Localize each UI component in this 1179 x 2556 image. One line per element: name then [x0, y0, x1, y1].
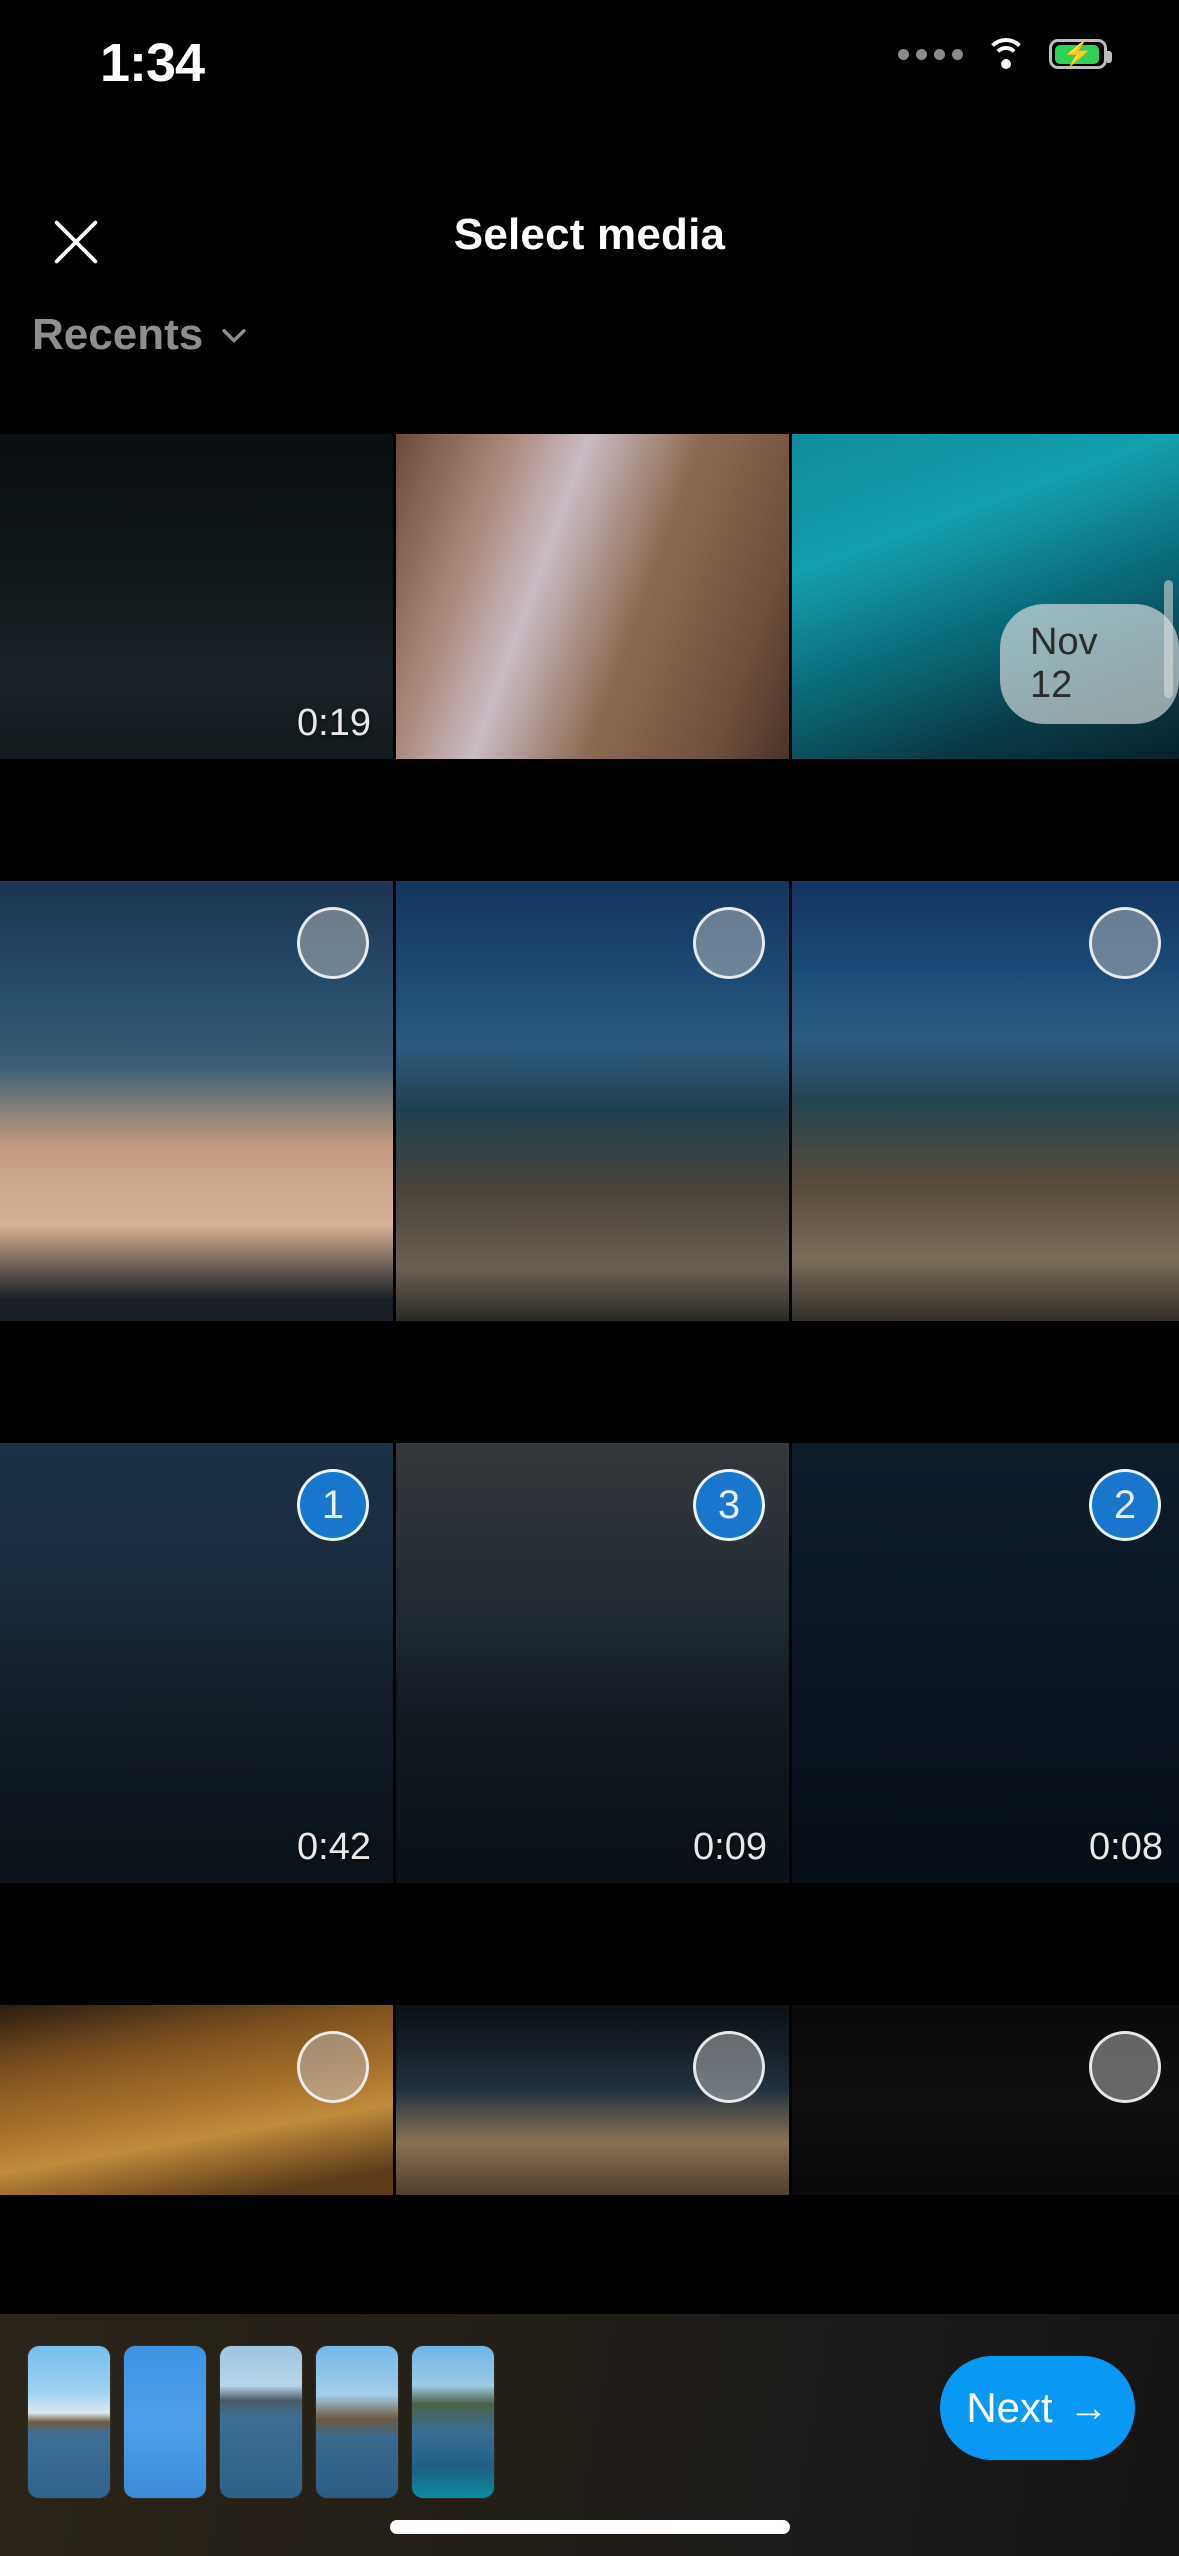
- media-cell-video-night-lake-1[interactable]: 1 0:42: [0, 1443, 393, 1883]
- date-scrubber-badge: Nov 12: [1000, 604, 1179, 724]
- battery-charging-icon: ⚡: [1049, 39, 1112, 69]
- media-cell-kayak-shore-left[interactable]: [396, 881, 789, 1321]
- selection-circle[interactable]: [693, 907, 765, 979]
- scrollbar-thumb[interactable]: [1164, 580, 1173, 698]
- selected-thumb-5[interactable]: [412, 2346, 494, 2498]
- selected-thumb-1[interactable]: [28, 2346, 110, 2498]
- video-duration-label: 0:08: [1089, 1826, 1163, 1868]
- media-grid[interactable]: 0:19 1 0:42 3 0:09 2 0:08: [0, 434, 1179, 2314]
- status-bar-indicators: ⚡: [898, 38, 1112, 70]
- status-bar-time: 1:34: [100, 33, 205, 93]
- selection-circle[interactable]: [1089, 2031, 1161, 2103]
- media-thumbnail-image: [396, 434, 789, 759]
- selected-thumb-2[interactable]: [124, 2346, 206, 2498]
- phone-screen: 1:34 ⚡ Select media Recents 0:19 1 0:42 …: [0, 0, 1179, 2556]
- thumbnail-image: [316, 2346, 398, 2498]
- media-cell-kayak-legs-water[interactable]: [0, 881, 393, 1321]
- video-duration-label: 0:09: [693, 1826, 767, 1868]
- selection-circle[interactable]: [297, 907, 369, 979]
- selected-thumb-3[interactable]: [220, 2346, 302, 2498]
- media-cell-tabletop-stickers[interactable]: [0, 2005, 393, 2195]
- page-title: Select media: [453, 210, 726, 259]
- selected-thumbnails-strip[interactable]: [28, 2346, 494, 2498]
- thumbnail-image: [220, 2346, 302, 2498]
- media-cell-kayak-bow[interactable]: [396, 2005, 789, 2195]
- thumbnail-image: [28, 2346, 110, 2498]
- media-cell-dark-frame[interactable]: [792, 2005, 1179, 2195]
- media-cell-video-lake-birds[interactable]: 0:19: [0, 434, 393, 759]
- bottom-action-bar: Next →: [0, 2314, 1179, 2556]
- status-bar: 1:34 ⚡: [0, 0, 1179, 120]
- selection-order-badge[interactable]: 3: [693, 1469, 765, 1541]
- album-label: Recents: [32, 310, 204, 359]
- signal-dots-icon: [898, 48, 963, 60]
- wifi-icon: [985, 38, 1027, 70]
- next-button[interactable]: Next →: [940, 2356, 1135, 2460]
- video-duration-label: 0:42: [297, 1826, 371, 1868]
- album-selector[interactable]: Recents: [32, 310, 251, 360]
- media-cell-portrait-hair[interactable]: [396, 434, 789, 759]
- selection-circle[interactable]: [693, 2031, 765, 2103]
- media-cell-kayak-shore-right[interactable]: [792, 881, 1179, 1321]
- selection-circle[interactable]: [297, 2031, 369, 2103]
- media-cell-video-night-lake-3[interactable]: 2 0:08: [792, 1443, 1179, 1883]
- thumbnail-image: [124, 2346, 206, 2498]
- header-bar: Select media Recents: [0, 120, 1179, 434]
- selection-circle[interactable]: [1089, 907, 1161, 979]
- selected-thumb-4[interactable]: [316, 2346, 398, 2498]
- thumbnail-image: [412, 2346, 494, 2498]
- selection-order-badge[interactable]: 2: [1089, 1469, 1161, 1541]
- chevron-down-icon: [222, 329, 246, 343]
- selection-order-badge[interactable]: 1: [297, 1469, 369, 1541]
- arrow-right-icon: →: [1068, 2386, 1109, 2430]
- video-duration-label: 0:19: [297, 702, 371, 744]
- home-indicator: [389, 2520, 790, 2534]
- next-button-label: Next: [966, 2384, 1053, 2431]
- media-cell-video-night-lake-2[interactable]: 3 0:09: [396, 1443, 789, 1883]
